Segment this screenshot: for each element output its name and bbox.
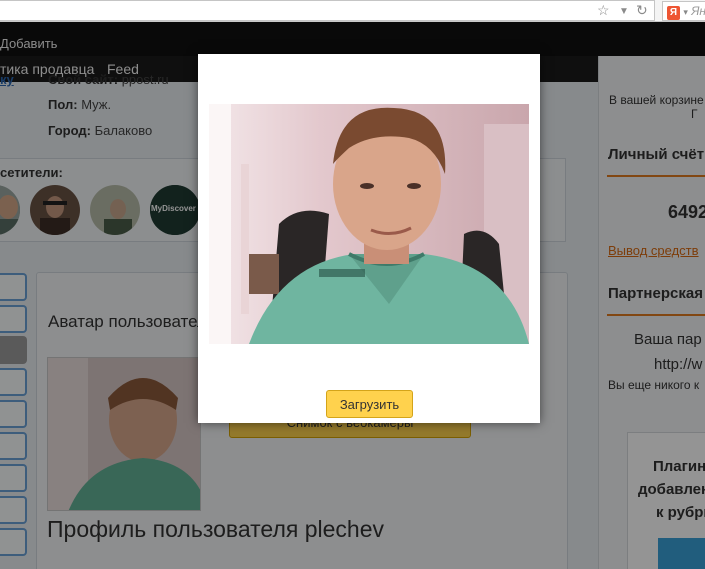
upload-button[interactable]: Загрузить	[326, 390, 413, 418]
reload-icon[interactable]: ↻	[636, 2, 648, 18]
yandex-search-label: Ян	[691, 4, 705, 18]
bookmark-star-icon[interactable]: ☆	[597, 2, 610, 18]
yandex-logo-icon: Я	[667, 6, 680, 20]
browser-toolbar: ☆ ▼ ↻ Я ▾ Ян	[0, 0, 705, 22]
dropdown-arrow-icon[interactable]: ▼	[619, 4, 629, 20]
webcam-preview	[209, 104, 529, 344]
webcam-modal: Загрузить	[198, 54, 540, 423]
address-bar[interactable]	[0, 0, 655, 21]
yandex-dropdown-icon[interactable]: ▾	[683, 7, 688, 17]
yandex-search-box[interactable]: Я ▾ Ян	[662, 1, 705, 21]
